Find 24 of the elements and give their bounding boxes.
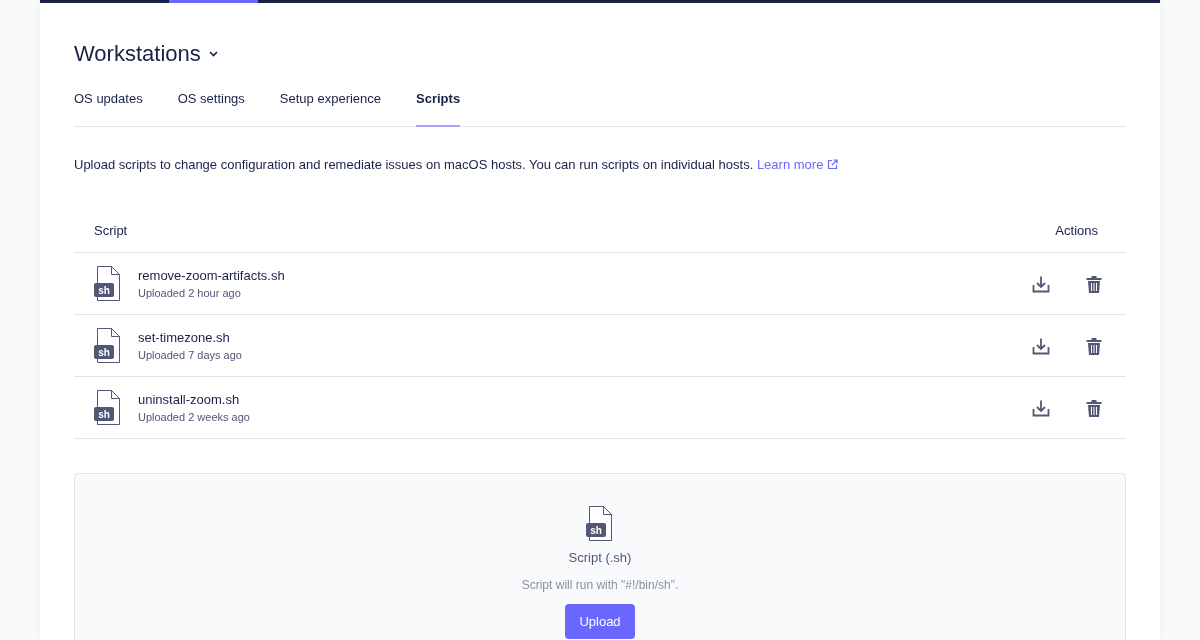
file-icon: sh [586, 506, 614, 543]
chevron-down-icon[interactable] [208, 51, 218, 58]
page-title: Workstations [74, 41, 201, 68]
upload-hint: Script will run with "#!/bin/sh". [521, 576, 679, 594]
tab[interactable]: Setup experience [279, 89, 382, 127]
tab[interactable]: OS settings [177, 89, 245, 127]
script-name: remove-zoom-artifacts.sh [138, 266, 286, 285]
tab[interactable]: Scripts [416, 89, 461, 127]
script-name: set-timezone.sh [138, 328, 231, 347]
description-text: Upload scripts to change configuration and remediate issues on macOS hosts. You can run scripts on individual hosts. Learn more [74, 154, 1126, 175]
file-icon: sh [94, 389, 122, 426]
script-name: uninstall-zoom.sh [138, 390, 241, 409]
upload-button[interactable]: Upload [565, 603, 635, 640]
upload-title: Script (.sh) [568, 549, 632, 568]
learn-more-link[interactable]: Learn more [756, 156, 838, 172]
column-header: Actions [1055, 222, 1098, 241]
external-link-icon [827, 158, 838, 170]
column-header: Script [94, 222, 128, 241]
file-icon: sh [94, 265, 122, 302]
upload-time: Uploaded 2 weeks ago [138, 410, 251, 426]
file-icon: sh [94, 327, 122, 364]
tab[interactable]: OS updates [74, 89, 143, 127]
upload-time: Uploaded 2 hour ago [138, 286, 242, 302]
upload-time: Uploaded 7 days ago [138, 348, 243, 364]
